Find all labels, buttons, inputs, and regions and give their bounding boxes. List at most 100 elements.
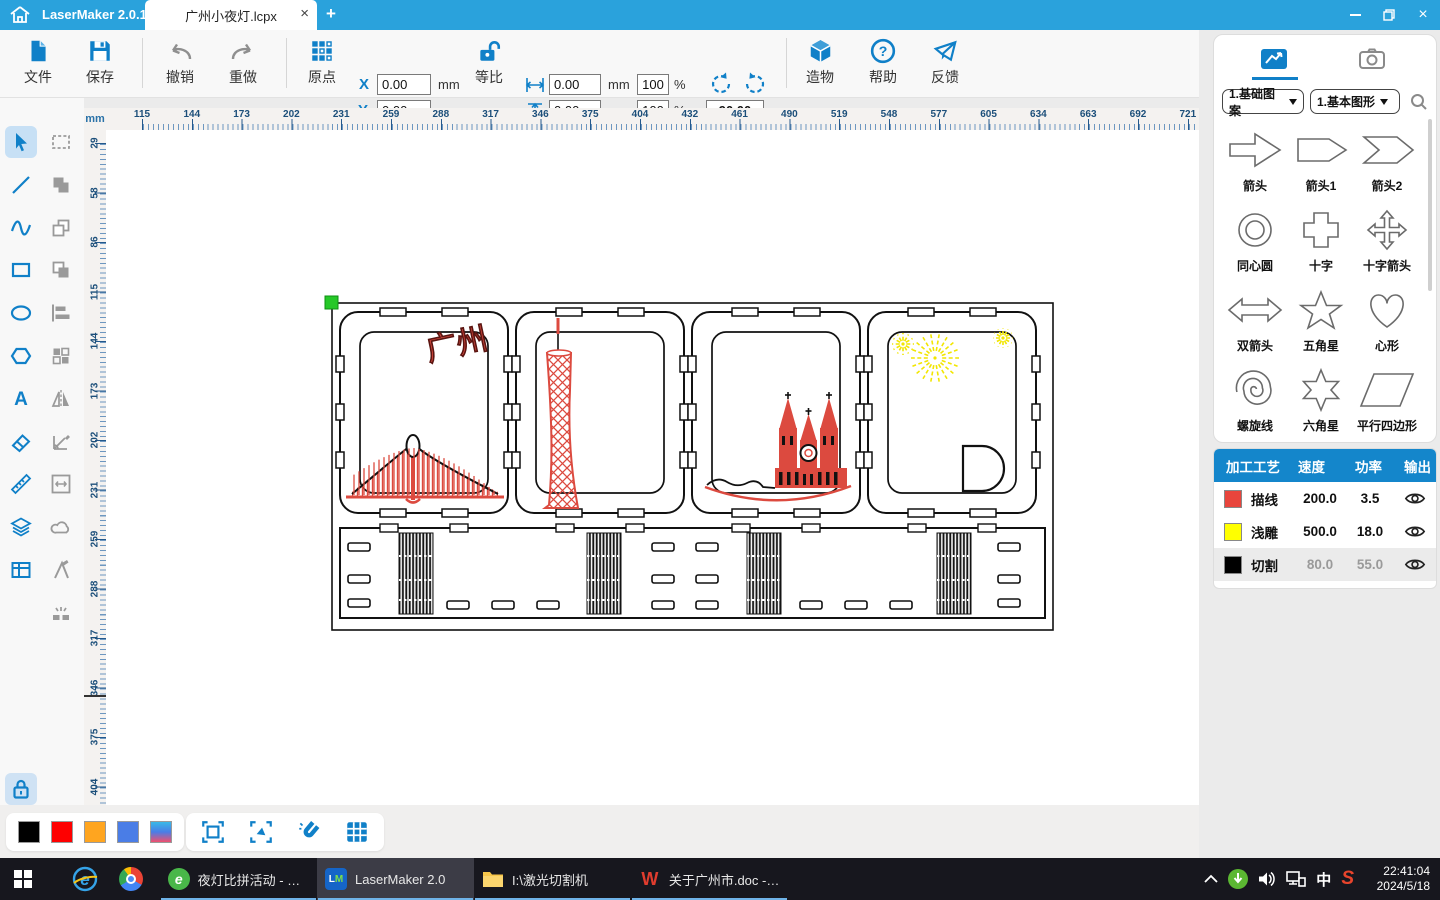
align-tool[interactable] — [45, 297, 77, 329]
cloud-tool[interactable] — [45, 511, 77, 543]
rotate-ccw-icon[interactable] — [708, 71, 734, 97]
file-button[interactable]: 文件 — [9, 36, 67, 87]
shape-item[interactable]: 六角星 — [1288, 367, 1354, 434]
select-tool[interactable] — [5, 126, 37, 158]
slot-cutout[interactable] — [447, 601, 469, 609]
marquee-select-tool[interactable] — [45, 126, 77, 158]
slot-cutout[interactable] — [348, 575, 370, 583]
layers-tool[interactable] — [5, 511, 37, 543]
subtract-tool[interactable] — [45, 254, 77, 286]
grid-icon[interactable] — [344, 819, 370, 845]
output-eye-icon[interactable] — [1404, 524, 1426, 539]
safety-tray-icon[interactable] — [1228, 869, 1248, 889]
minimize-button[interactable] — [1338, 0, 1372, 30]
break-apart-tool[interactable] — [45, 597, 77, 629]
selection-handle[interactable] — [325, 296, 338, 309]
eraser-tool[interactable] — [5, 426, 37, 458]
tab-camera[interactable] — [1342, 47, 1402, 81]
taskbar-app-wps-doc[interactable]: W关于广州市.doc - ... — [631, 858, 788, 900]
taskbar-app-explorer[interactable]: I:\激光切割机 — [474, 858, 631, 900]
angle-measure-tool[interactable] — [45, 426, 77, 458]
origin-button[interactable]: 原点 — [293, 36, 351, 87]
feedback-button[interactable]: 反馈 — [916, 36, 974, 87]
color-swatch[interactable] — [18, 821, 40, 843]
vectorize-tool[interactable] — [45, 554, 77, 586]
new-tab-button[interactable]: + — [326, 4, 336, 24]
shape-item[interactable]: 平行四边形 — [1354, 367, 1420, 434]
shape-item[interactable]: 箭头1 — [1288, 127, 1354, 194]
slot-cutout[interactable] — [652, 543, 674, 551]
shape-item[interactable]: 十字 — [1288, 207, 1354, 274]
rectangle-tool[interactable] — [5, 254, 37, 286]
design-canvas[interactable]: 广州 — [106, 130, 1199, 805]
slot-cutout[interactable] — [998, 543, 1020, 551]
rotate-cw-icon[interactable] — [742, 71, 768, 97]
shape-item[interactable]: 心形 — [1354, 287, 1420, 354]
shape-item[interactable]: 双箭头 — [1222, 287, 1288, 354]
color-swatch[interactable] — [117, 821, 139, 843]
shape-scrollbar[interactable] — [1428, 119, 1432, 291]
measure-tool[interactable] — [5, 468, 37, 500]
living-hinge-band[interactable] — [937, 533, 971, 614]
close-button[interactable]: × — [1406, 0, 1440, 30]
category-dropdown[interactable]: 1.基础图案 — [1222, 89, 1304, 114]
process-row[interactable]: 切割80.055.0 — [1214, 548, 1436, 581]
process-color-swatch[interactable] — [1224, 490, 1242, 508]
help-button[interactable]: ? 帮助 — [854, 36, 912, 87]
width-input[interactable] — [549, 74, 601, 95]
taskbar-clock[interactable]: 22:41:04 2024/5/18 — [1364, 864, 1430, 894]
proportional-lock-button[interactable]: 等比 — [461, 36, 517, 87]
shape-item[interactable]: 同心圆 — [1222, 207, 1288, 274]
living-hinge-band[interactable] — [587, 533, 621, 614]
living-hinge-band[interactable] — [399, 533, 433, 614]
living-hinge-band[interactable] — [747, 533, 781, 614]
ime-indicator[interactable]: 中 — [1316, 869, 1331, 890]
process-row[interactable]: 描线200.03.5 — [1214, 482, 1436, 515]
slot-cutout[interactable] — [652, 601, 674, 609]
slot-cutout[interactable] — [348, 599, 370, 607]
frame-select-icon[interactable] — [200, 819, 226, 845]
output-eye-icon[interactable] — [1404, 557, 1426, 572]
tab-gallery[interactable] — [1244, 47, 1304, 81]
save-button[interactable]: 保存 — [71, 36, 129, 87]
color-swatch[interactable] — [84, 821, 106, 843]
slot-cutout[interactable] — [348, 543, 370, 551]
center-distribute-tool[interactable] — [45, 468, 77, 500]
search-icon[interactable] — [1410, 93, 1428, 111]
creator-button[interactable]: 造物 — [791, 36, 849, 87]
slot-cutout[interactable] — [845, 601, 867, 609]
canvas-lock-button[interactable] — [5, 773, 37, 805]
ie-browser-icon[interactable]: e — [62, 858, 108, 900]
arrange-tool[interactable] — [45, 340, 77, 372]
slot-cutout[interactable] — [800, 601, 822, 609]
line-tool[interactable] — [5, 169, 37, 201]
fit-selection-icon[interactable] — [248, 819, 274, 845]
ellipse-tool[interactable] — [5, 297, 37, 329]
volume-icon[interactable] — [1258, 871, 1276, 887]
process-color-swatch[interactable] — [1224, 556, 1242, 574]
slot-cutout[interactable] — [492, 601, 514, 609]
table-tool[interactable] — [5, 554, 37, 586]
subcategory-dropdown[interactable]: 1.基本图形 — [1310, 89, 1400, 114]
snap-magnet-icon[interactable] — [296, 819, 322, 845]
start-menu-button[interactable] — [0, 858, 46, 900]
output-eye-icon[interactable] — [1404, 491, 1426, 506]
shape-item[interactable]: 箭头2 — [1354, 127, 1420, 194]
process-row[interactable]: 浅雕500.018.0 — [1214, 515, 1436, 548]
tray-expand-icon[interactable] — [1204, 874, 1218, 884]
slot-cutout[interactable] — [696, 543, 718, 551]
width-percent-input[interactable] — [637, 74, 669, 95]
mirror-tool[interactable] — [45, 383, 77, 415]
shape-item[interactable]: 十字箭头 — [1354, 207, 1420, 274]
art-fireworks[interactable] — [892, 328, 1013, 382]
gradient-swatch[interactable] — [150, 821, 172, 843]
text-tool[interactable]: A — [5, 383, 37, 415]
art-guangzhou-text-and-bridge[interactable]: 广州 — [346, 321, 504, 503]
slot-cutout[interactable] — [696, 575, 718, 583]
network-icon[interactable] — [1286, 871, 1306, 887]
taskbar-app-lasermaker[interactable]: LMLaserMaker 2.0 — [317, 858, 474, 900]
art-canton-tower[interactable] — [545, 318, 578, 508]
undo-button[interactable]: 撤销 — [151, 36, 209, 87]
tab-close-icon[interactable]: × — [300, 5, 309, 23]
document-tab[interactable]: 广州小夜灯.lcpx × — [145, 0, 317, 30]
